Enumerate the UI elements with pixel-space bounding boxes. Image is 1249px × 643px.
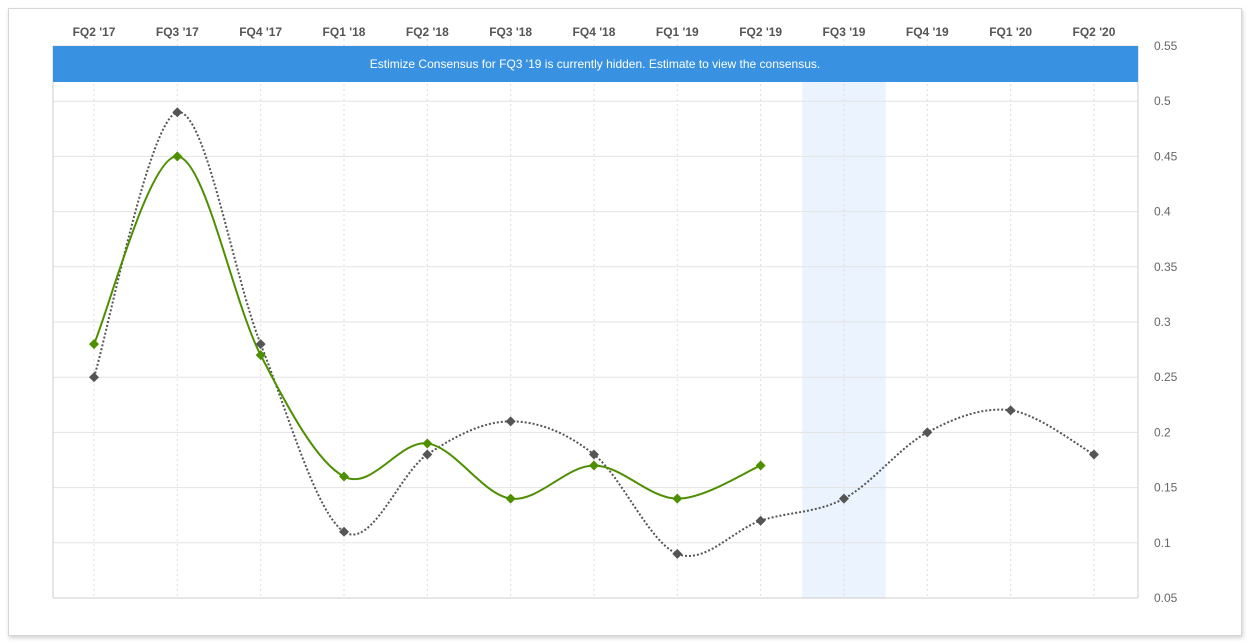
x-tick-label: FQ3 '19 (823, 25, 866, 39)
series-1-point[interactable] (89, 372, 99, 383)
series-2-point[interactable] (588, 460, 599, 471)
x-tick-label: FQ2 '20 (1073, 25, 1116, 39)
series-2-point[interactable] (338, 471, 349, 482)
y-tick-label: 0.25 (1154, 370, 1178, 384)
series-2-point[interactable] (422, 438, 433, 449)
y-tick-label: 0.3 (1154, 315, 1171, 329)
y-tick-label: 0.45 (1154, 149, 1178, 163)
y-tick-label: 0.2 (1154, 425, 1171, 439)
y-tick-label: 0.15 (1154, 481, 1178, 495)
banner-text: Estimize Consensus for FQ3 '19 is curren… (370, 57, 821, 71)
y-tick-label: 0.05 (1154, 591, 1178, 605)
series-2-point[interactable] (672, 493, 683, 504)
series-1-point[interactable] (755, 515, 766, 526)
series-1-point[interactable] (672, 548, 683, 559)
x-tick-label: FQ1 '19 (656, 25, 699, 39)
series-2-point[interactable] (255, 350, 266, 361)
x-tick-label: FQ4 '19 (906, 25, 949, 39)
x-tick-label: FQ2 '18 (406, 25, 449, 39)
series-2-point[interactable] (755, 460, 766, 471)
x-tick-label: FQ3 '17 (156, 25, 199, 39)
x-tick-label: FQ2 '17 (73, 25, 116, 39)
series-2-point[interactable] (505, 493, 516, 504)
eps-chart: Estimize Consensus for FQ3 '19 is curren… (52, 25, 1178, 605)
series-1-point[interactable] (1005, 405, 1016, 416)
x-tick-label: FQ3 '18 (489, 25, 532, 39)
y-tick-label: 0.35 (1154, 260, 1178, 274)
x-tick-label: FQ1 '18 (323, 25, 366, 39)
x-tick-label: FQ2 '19 (739, 25, 782, 39)
series-1-point[interactable] (1088, 449, 1099, 460)
series-2-point[interactable] (89, 339, 99, 350)
y-tick-label: 0.5 (1154, 94, 1171, 108)
series-2-point[interactable] (172, 151, 183, 162)
series-1-point[interactable] (172, 107, 183, 118)
y-tick-label: 0.4 (1154, 205, 1171, 219)
x-tick-label: FQ1 '20 (989, 25, 1032, 39)
x-tick-label: FQ4 '17 (239, 25, 282, 39)
series-1-point[interactable] (922, 427, 933, 438)
x-tick-label: FQ4 '18 (573, 25, 616, 39)
y-tick-label: 0.1 (1154, 536, 1171, 550)
y-tick-label: 0.55 (1154, 39, 1178, 53)
series-1-point[interactable] (505, 416, 516, 427)
chart-frame: Estimize Consensus for FQ3 '19 is curren… (8, 8, 1242, 636)
